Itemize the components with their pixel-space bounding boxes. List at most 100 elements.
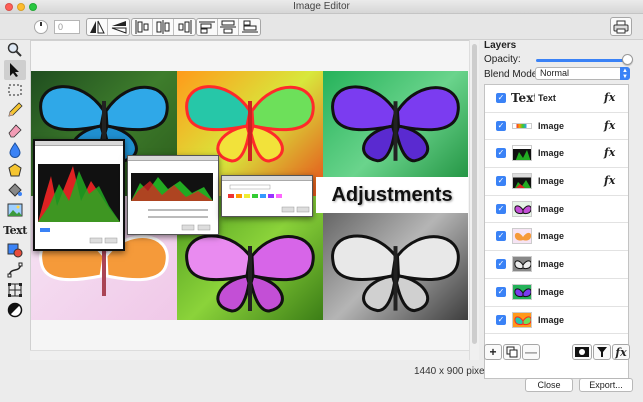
tile-grayscale — [323, 196, 468, 320]
adjust-tool[interactable] — [4, 300, 26, 320]
canvas-horizontal-scrollbar[interactable] — [30, 350, 469, 360]
align-right-icon — [178, 20, 191, 34]
layer-thumbnail: Text — [511, 91, 535, 105]
layer-visibility-checkbox[interactable]: ✓ — [496, 286, 506, 297]
layer-row[interactable]: ✓ Image fx — [485, 168, 628, 196]
text-tool[interactable]: Text — [3, 220, 27, 240]
layer-row[interactable]: ✓ Image — [485, 223, 628, 252]
paint-bucket-tool[interactable] — [4, 180, 26, 200]
funnel-icon — [597, 347, 607, 357]
layer-visibility-checkbox[interactable]: ✓ — [496, 203, 506, 214]
levels-window-screenshot — [127, 155, 219, 235]
align-right-button[interactable] — [174, 19, 195, 35]
plus-icon: + — [489, 345, 497, 359]
align-top-button[interactable] — [197, 19, 218, 35]
add-layer-button[interactable]: + — [484, 344, 502, 360]
layer-visibility-checkbox[interactable]: ✓ — [496, 120, 506, 131]
layer-visibility-checkbox[interactable]: ✓ — [496, 148, 506, 159]
paint-bucket-icon — [8, 183, 22, 197]
layer-effects-button[interactable]: fx — [604, 119, 615, 132]
flip-vertical-button[interactable] — [108, 19, 129, 35]
layer-row[interactable]: ✓ Text Text fx — [485, 85, 628, 113]
layer-label: Image — [538, 231, 565, 242]
transform-grid-icon — [8, 283, 22, 297]
eraser-tool[interactable] — [4, 120, 26, 140]
histogram-graph — [38, 164, 120, 244]
flip-horizontal-button[interactable] — [87, 19, 108, 35]
flip-group — [86, 18, 130, 36]
polygon-icon — [8, 163, 22, 177]
align-center-button[interactable] — [153, 19, 174, 35]
layer-effects-button[interactable]: fx — [604, 174, 615, 187]
canvas-vertical-scrollbar[interactable] — [469, 40, 479, 360]
picture-icon — [7, 203, 23, 217]
opacity-slider-knob[interactable] — [622, 54, 633, 65]
opacity-slider[interactable] — [536, 59, 628, 62]
layers-heading: Layers — [484, 40, 517, 51]
layer-thumbnail — [512, 145, 532, 162]
layer-mask-button[interactable] — [572, 344, 592, 360]
align-bottom-icon — [241, 20, 258, 33]
adjustments-text-layer[interactable]: Adjustments — [316, 177, 468, 213]
layer-row[interactable]: ✓ Image — [485, 196, 628, 224]
layer-row[interactable]: ✓ Image fx — [485, 140, 628, 169]
blend-mode-select[interactable]: Normal ▲ ▼ — [535, 67, 630, 80]
drop-icon — [9, 142, 21, 158]
layer-effects-button[interactable]: fx — [604, 146, 615, 159]
layer-visibility-checkbox[interactable]: ✓ — [496, 93, 506, 103]
transform-tool[interactable] — [4, 280, 26, 300]
polygon-tool[interactable] — [4, 160, 26, 180]
layer-visibility-checkbox[interactable]: ✓ — [496, 231, 506, 242]
layer-label: Image — [538, 120, 565, 131]
layer-row[interactable]: ✓ Image — [485, 307, 628, 335]
image-tool[interactable] — [4, 200, 26, 220]
layer-thumbnail — [512, 173, 532, 190]
eraser-icon — [8, 124, 22, 138]
shape-tool[interactable] — [4, 240, 26, 260]
layer-thumbnail — [512, 122, 532, 129]
pencil-icon — [8, 102, 23, 117]
contrast-icon — [7, 302, 23, 318]
align-middle-button[interactable] — [218, 19, 239, 35]
layer-thumbnail — [512, 311, 532, 328]
fill-tool[interactable] — [4, 140, 26, 160]
pencil-tool[interactable] — [4, 100, 26, 120]
layer-filter-button[interactable] — [593, 344, 611, 360]
shapes-icon — [7, 243, 23, 258]
layer-visibility-checkbox[interactable]: ✓ — [496, 314, 506, 325]
print-button[interactable] — [610, 17, 632, 36]
layer-row[interactable]: ✓ Image — [485, 279, 628, 307]
export-button[interactable]: Export... — [579, 378, 633, 392]
layer-row[interactable]: ✓ Image fx — [485, 113, 628, 141]
rotation-input[interactable]: 0 — [54, 20, 80, 34]
close-button[interactable]: Close — [525, 378, 573, 392]
align-left-icon — [135, 20, 149, 34]
align-middle-icon — [220, 20, 236, 34]
align-top-icon — [199, 21, 215, 34]
image-dimensions-label: 1440 x 900 pixels — [414, 366, 492, 377]
curve-tool[interactable] — [4, 260, 26, 280]
layer-visibility-checkbox[interactable]: ✓ — [496, 259, 506, 270]
layer-list[interactable]: ✓ Text Text fx ✓ Image fx ✓ Image fx ✓ I… — [484, 84, 629, 379]
layer-label: Image — [538, 176, 565, 187]
duplicate-layer-button[interactable] — [503, 344, 521, 360]
toolbar: 0 — [0, 14, 643, 40]
layer-label: Image — [538, 148, 565, 159]
layer-visibility-checkbox[interactable]: ✓ — [496, 176, 506, 187]
select-tool[interactable] — [4, 60, 26, 80]
layer-effects-button[interactable]: fx — [604, 91, 615, 104]
align-center-icon — [156, 20, 170, 34]
bezier-curve-icon — [7, 262, 23, 278]
layers-panel: Layers Opacity: Blend Mode: Normal ▲ ▼ ✓ … — [480, 40, 643, 379]
align-left-button[interactable] — [132, 19, 153, 35]
marquee-tool[interactable] — [4, 80, 26, 100]
delete-layer-button[interactable]: — — [522, 344, 540, 360]
align-bottom-button[interactable] — [239, 19, 260, 35]
rotation-dial[interactable] — [34, 20, 48, 34]
layer-fx-button[interactable]: fx — [612, 344, 630, 360]
layer-row[interactable]: ✓ Image — [485, 251, 628, 279]
vertical-scroll-thumb[interactable] — [472, 44, 477, 344]
layer-label: Image — [538, 314, 565, 325]
layer-thumbnail — [512, 283, 532, 300]
zoom-tool[interactable] — [4, 40, 26, 60]
